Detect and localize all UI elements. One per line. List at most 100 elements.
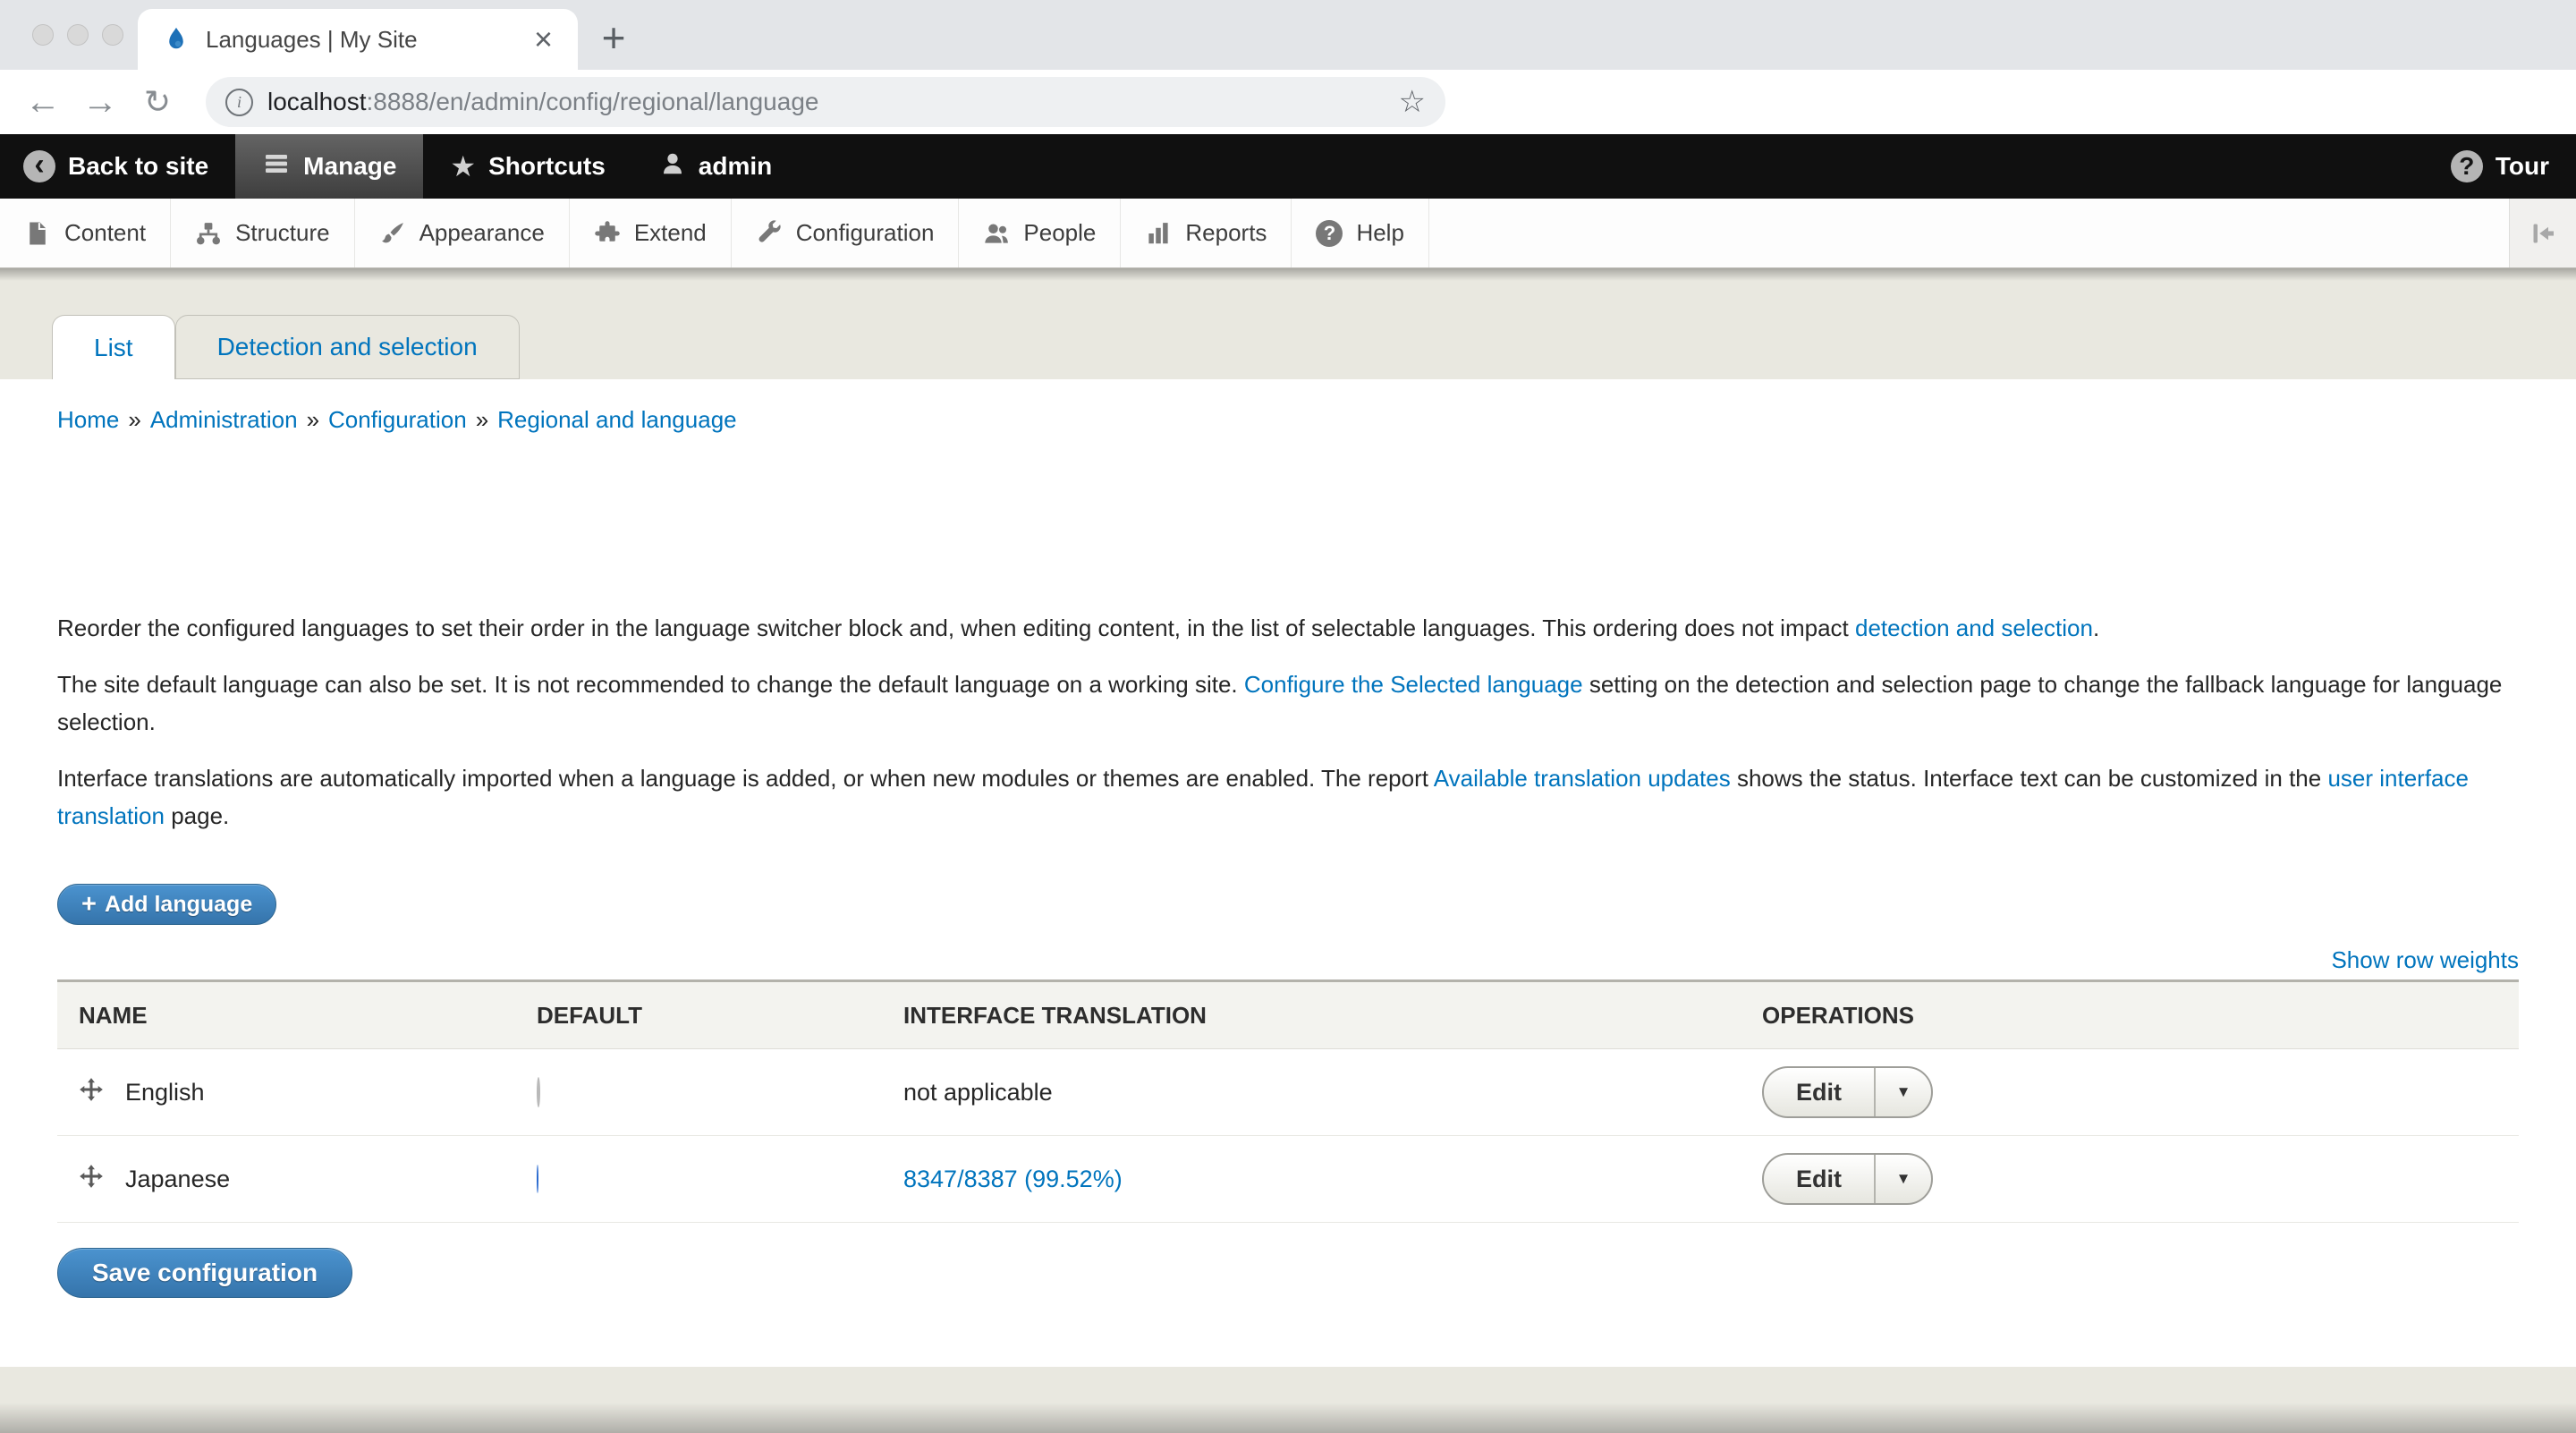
menu-item-label: Extend bbox=[634, 219, 707, 247]
new-tab-button[interactable]: + bbox=[587, 13, 640, 63]
browser-window: Languages | My Site × + ← → ↻ i localhos… bbox=[0, 0, 2576, 1433]
menu-item-label: Help bbox=[1356, 219, 1403, 247]
shortcuts-button[interactable]: ★ Shortcuts bbox=[423, 134, 631, 199]
back-icon[interactable]: ← bbox=[20, 81, 66, 123]
close-tab-icon[interactable]: × bbox=[534, 23, 553, 55]
edit-split-button: Edit ▼ bbox=[1762, 1153, 1933, 1205]
column-header-default: DEFAULT bbox=[515, 981, 882, 1049]
breadcrumb-separator: » bbox=[307, 406, 319, 433]
menu-item-label: People bbox=[1023, 219, 1096, 247]
column-header-interface-translation: INTERFACE TRANSLATION bbox=[882, 981, 1741, 1049]
bar-chart-icon bbox=[1145, 220, 1172, 247]
translation-status: not applicable bbox=[903, 1079, 1053, 1106]
breadcrumb-separator: » bbox=[476, 406, 488, 433]
inline-link[interactable]: Available translation updates bbox=[1434, 765, 1731, 792]
menu-item-extend[interactable]: Extend bbox=[570, 199, 732, 267]
plus-icon: + bbox=[81, 890, 97, 920]
drupal-favicon-icon bbox=[163, 26, 190, 53]
show-row-weights-link[interactable]: Show row weights bbox=[2331, 946, 2519, 973]
wrench-icon bbox=[756, 220, 783, 247]
drag-handle[interactable] bbox=[79, 1164, 104, 1195]
help-question-icon: ? bbox=[1316, 220, 1343, 247]
admin-user-button[interactable]: admin bbox=[632, 134, 799, 199]
menu-item-reports[interactable]: Reports bbox=[1121, 199, 1292, 267]
dropdown-arrow-icon[interactable]: ▼ bbox=[1874, 1068, 1931, 1116]
url-path: :8888/en/admin/config/regional/language bbox=[367, 88, 819, 115]
tab-title: Languages | My Site bbox=[206, 26, 523, 54]
url-host: localhost bbox=[267, 88, 367, 115]
intro-paragraph-1: Reorder the configured languages to set … bbox=[57, 609, 2519, 647]
menu-item-configuration[interactable]: Configuration bbox=[732, 199, 960, 267]
intro-paragraph-2: The site default language can also be se… bbox=[57, 666, 2519, 741]
menu-item-people[interactable]: People bbox=[959, 199, 1121, 267]
languages-table: NAME DEFAULT INTERFACE TRANSLATION OPERA… bbox=[57, 979, 2519, 1223]
menu-item-label: Configuration bbox=[796, 219, 935, 247]
url-field[interactable]: i localhost:8888/en/admin/config/regiona… bbox=[206, 77, 1445, 127]
back-to-site-icon: ‹ bbox=[23, 150, 55, 182]
drupal-admin-toolbar: ‹ Back to site Manage ★ Shortcuts admin … bbox=[0, 134, 2576, 199]
back-to-site-label: Back to site bbox=[68, 152, 208, 181]
tour-button[interactable]: ? Tour bbox=[2424, 134, 2576, 199]
paintbrush-icon bbox=[379, 220, 406, 247]
tab-detection-and-selection[interactable]: Detection and selection bbox=[175, 315, 520, 379]
move-icon bbox=[79, 1164, 104, 1189]
content-file-icon bbox=[24, 220, 51, 247]
menu-item-appearance[interactable]: Appearance bbox=[355, 199, 570, 267]
default-radio-japanese[interactable] bbox=[537, 1165, 538, 1193]
add-language-label: Add language bbox=[105, 892, 252, 918]
inline-link[interactable]: Configure the Selected language bbox=[1244, 671, 1583, 698]
close-window-button[interactable] bbox=[32, 24, 54, 46]
breadcrumb-administration[interactable]: Administration bbox=[150, 406, 298, 433]
zoom-window-button[interactable] bbox=[102, 24, 123, 46]
star-icon: ★ bbox=[450, 149, 476, 183]
breadcrumb-regional-language[interactable]: Regional and language bbox=[497, 406, 736, 433]
menu-item-structure[interactable]: Structure bbox=[171, 199, 355, 267]
shortcuts-label: Shortcuts bbox=[488, 152, 606, 181]
default-radio-english[interactable] bbox=[537, 1077, 540, 1107]
menu-item-help[interactable]: ? Help bbox=[1292, 199, 1428, 267]
admin-user-label: admin bbox=[699, 152, 772, 181]
sitemap-icon bbox=[195, 220, 222, 247]
user-icon bbox=[659, 150, 686, 183]
breadcrumb-configuration[interactable]: Configuration bbox=[328, 406, 467, 433]
url-text: localhost:8888/en/admin/config/regional/… bbox=[267, 88, 1386, 116]
save-configuration-button[interactable]: Save configuration bbox=[57, 1248, 352, 1298]
add-language-button[interactable]: + Add language bbox=[57, 884, 276, 925]
language-name: English bbox=[125, 1079, 205, 1107]
window-controls bbox=[32, 24, 123, 46]
tab-list[interactable]: List bbox=[52, 315, 175, 379]
edit-button[interactable]: Edit bbox=[1764, 1155, 1874, 1203]
tour-label: Tour bbox=[2496, 152, 2549, 181]
edit-button[interactable]: Edit bbox=[1764, 1068, 1874, 1116]
minimize-window-button[interactable] bbox=[67, 24, 89, 46]
page-content: Home » Administration » Configuration » Region… bbox=[0, 379, 2576, 1367]
column-header-name: NAME bbox=[57, 981, 515, 1049]
translation-status-link[interactable]: 8347/8387 (99.52%) bbox=[903, 1166, 1123, 1192]
back-to-site-button[interactable]: ‹ Back to site bbox=[0, 134, 235, 199]
intro-paragraph-3: Interface translations are automatically… bbox=[57, 759, 2519, 835]
browser-toolbar: ← → ↻ i localhost:8888/en/admin/config/r… bbox=[0, 70, 2576, 134]
reload-icon[interactable]: ↻ bbox=[134, 81, 181, 123]
tour-question-icon: ? bbox=[2451, 150, 2483, 182]
browser-tab[interactable]: Languages | My Site × bbox=[138, 9, 578, 70]
site-info-icon[interactable]: i bbox=[225, 89, 253, 116]
menu-item-label: Structure bbox=[235, 219, 330, 247]
breadcrumb-separator: » bbox=[128, 406, 140, 433]
column-header-operations: OPERATIONS bbox=[1741, 981, 2519, 1049]
menu-item-content[interactable]: Content bbox=[0, 199, 171, 267]
hamburger-icon bbox=[262, 149, 291, 184]
drag-handle[interactable] bbox=[79, 1077, 104, 1108]
manage-button[interactable]: Manage bbox=[235, 134, 423, 199]
dropdown-arrow-icon[interactable]: ▼ bbox=[1874, 1155, 1931, 1203]
table-row-japanese: Japanese 8347/8387 (99.52%) Edit ▼ bbox=[57, 1136, 2519, 1223]
browser-tab-strip: Languages | My Site × + bbox=[0, 0, 2576, 70]
inline-link[interactable]: detection and selection bbox=[1855, 615, 2093, 641]
menu-item-label: Appearance bbox=[419, 219, 545, 247]
page-background: List Detection and selection Home » Admini… bbox=[0, 268, 2576, 1433]
bookmark-icon[interactable]: ☆ bbox=[1399, 84, 1426, 120]
forward-icon[interactable]: → bbox=[77, 81, 123, 123]
collapse-left-icon bbox=[2527, 217, 2559, 250]
primary-tabs: List Detection and selection bbox=[52, 315, 520, 379]
toolbar-orientation-toggle[interactable] bbox=[2509, 199, 2576, 267]
breadcrumb-home[interactable]: Home bbox=[57, 406, 119, 433]
